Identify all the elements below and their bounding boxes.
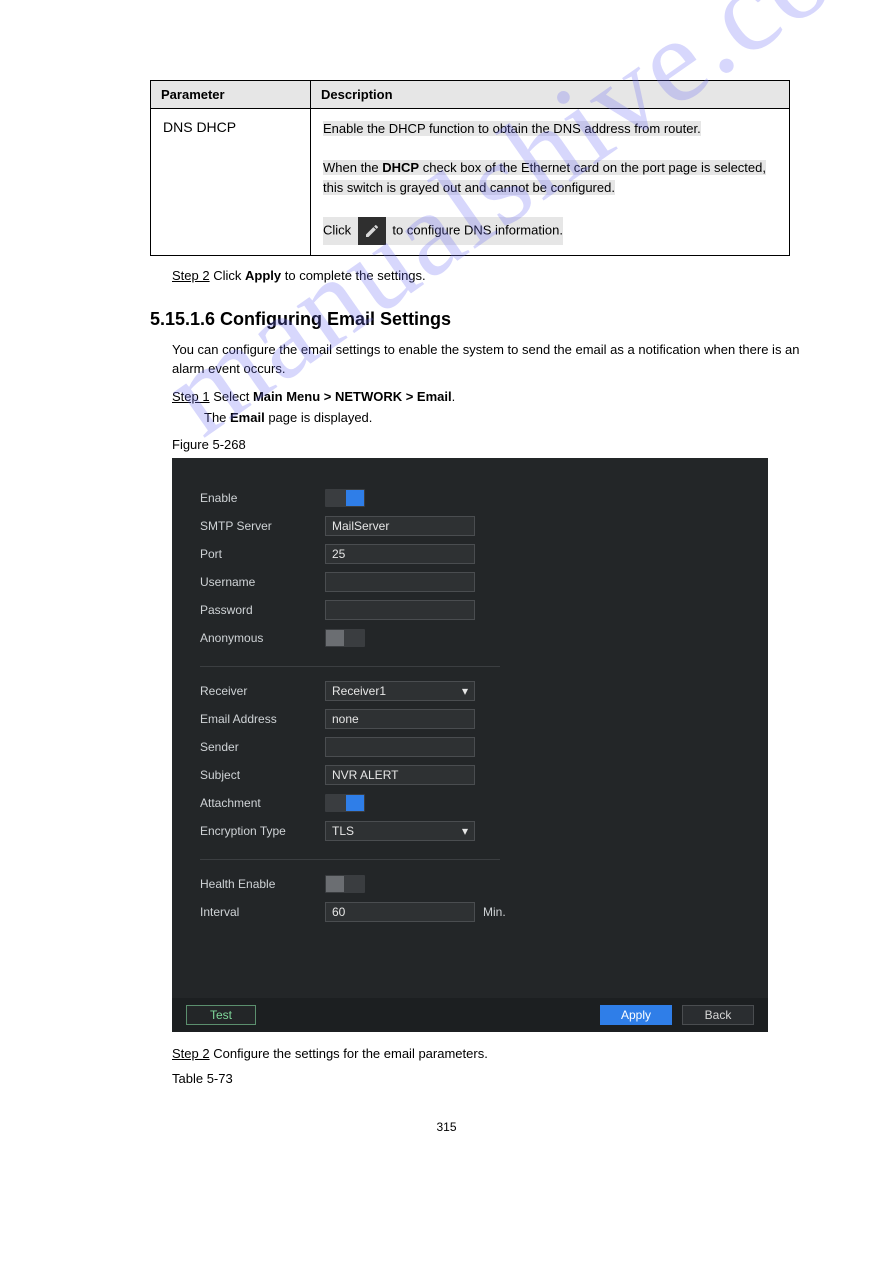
label-port: Port: [200, 547, 325, 561]
email-settings-panel: Enable SMTP Server Port Username Passwor…: [172, 458, 768, 1032]
input-interval[interactable]: [325, 902, 475, 922]
label-password: Password: [200, 603, 325, 617]
thepage-a: The: [204, 410, 230, 425]
label-subject: Subject: [200, 768, 325, 782]
step-apply-num: Step 2: [172, 268, 210, 283]
step-cfg-text: Configure the settings for the email par…: [213, 1046, 488, 1061]
select-receiver-value: Receiver1: [332, 684, 386, 698]
label-attachment: Attachment: [200, 796, 325, 810]
label-email: Email Address: [200, 712, 325, 726]
th-parameter: Parameter: [151, 81, 311, 109]
chevron-down-icon: ▾: [462, 824, 468, 838]
test-button[interactable]: Test: [186, 1005, 256, 1025]
step-apply-b: Click: [213, 268, 245, 283]
desc-line2a: When the: [323, 160, 382, 175]
desc-line2b: DHCP: [382, 160, 419, 175]
thepage-c: page is displayed.: [265, 410, 373, 425]
step-select-c: Main Menu > NETWORK > Email: [253, 389, 452, 404]
divider: [200, 859, 500, 860]
input-smtp[interactable]: [325, 516, 475, 536]
table-row: DNS DHCP Enable the DHCP function to obt…: [151, 109, 790, 256]
label-encryption: Encryption Type: [200, 824, 325, 838]
step-select-d: .: [452, 389, 456, 404]
desc-line1: Enable the DHCP function to obtain the D…: [323, 121, 701, 136]
input-email[interactable]: [325, 709, 475, 729]
input-password[interactable]: [325, 600, 475, 620]
label-interval: Interval: [200, 905, 325, 919]
label-anonymous: Anonymous: [200, 631, 325, 645]
input-username[interactable]: [325, 572, 475, 592]
apply-button[interactable]: Apply: [600, 1005, 672, 1025]
label-username: Username: [200, 575, 325, 589]
label-receiver: Receiver: [200, 684, 325, 698]
toggle-anonymous[interactable]: [325, 629, 365, 647]
step-cfg-num: Step 2: [172, 1046, 210, 1061]
select-receiver[interactable]: Receiver1 ▾: [325, 681, 475, 701]
select-encryption[interactable]: TLS ▾: [325, 821, 475, 841]
toggle-enable[interactable]: [325, 489, 365, 507]
back-button[interactable]: Back: [682, 1005, 754, 1025]
input-sender[interactable]: [325, 737, 475, 757]
label-health: Health Enable: [200, 877, 325, 891]
thepage-b: Email: [230, 410, 265, 425]
row-label: DNS DHCP: [163, 119, 236, 135]
input-port[interactable]: [325, 544, 475, 564]
step-select-b: Select: [213, 389, 253, 404]
label-smtp: SMTP Server: [200, 519, 325, 533]
th-description: Description: [311, 81, 790, 109]
label-sender: Sender: [200, 740, 325, 754]
desc-line3b: to configure DNS information.: [392, 222, 563, 237]
parameter-table: Parameter Description DNS DHCP Enable th…: [150, 80, 790, 256]
chevron-down-icon: ▾: [462, 684, 468, 698]
intro-text: You can configure the email settings to …: [172, 340, 803, 379]
toggle-attachment[interactable]: [325, 794, 365, 812]
figure-caption: Figure 5-268: [172, 437, 803, 452]
toggle-health[interactable]: [325, 875, 365, 893]
step-apply-c: Apply: [245, 268, 281, 283]
desc-line3a: Click: [323, 222, 355, 237]
table-caption: Table 5-73: [172, 1071, 803, 1086]
page-number: 315: [0, 1120, 893, 1134]
input-subject[interactable]: [325, 765, 475, 785]
label-min: Min.: [483, 905, 506, 919]
select-encryption-value: TLS: [332, 824, 354, 838]
divider: [200, 666, 500, 667]
section-heading: 5.15.1.6 Configuring Email Settings: [150, 309, 803, 330]
step-select-num: Step 1: [172, 389, 210, 404]
label-enable: Enable: [200, 491, 325, 505]
step-apply-d: to complete the settings.: [281, 268, 426, 283]
edit-icon: [358, 217, 386, 245]
